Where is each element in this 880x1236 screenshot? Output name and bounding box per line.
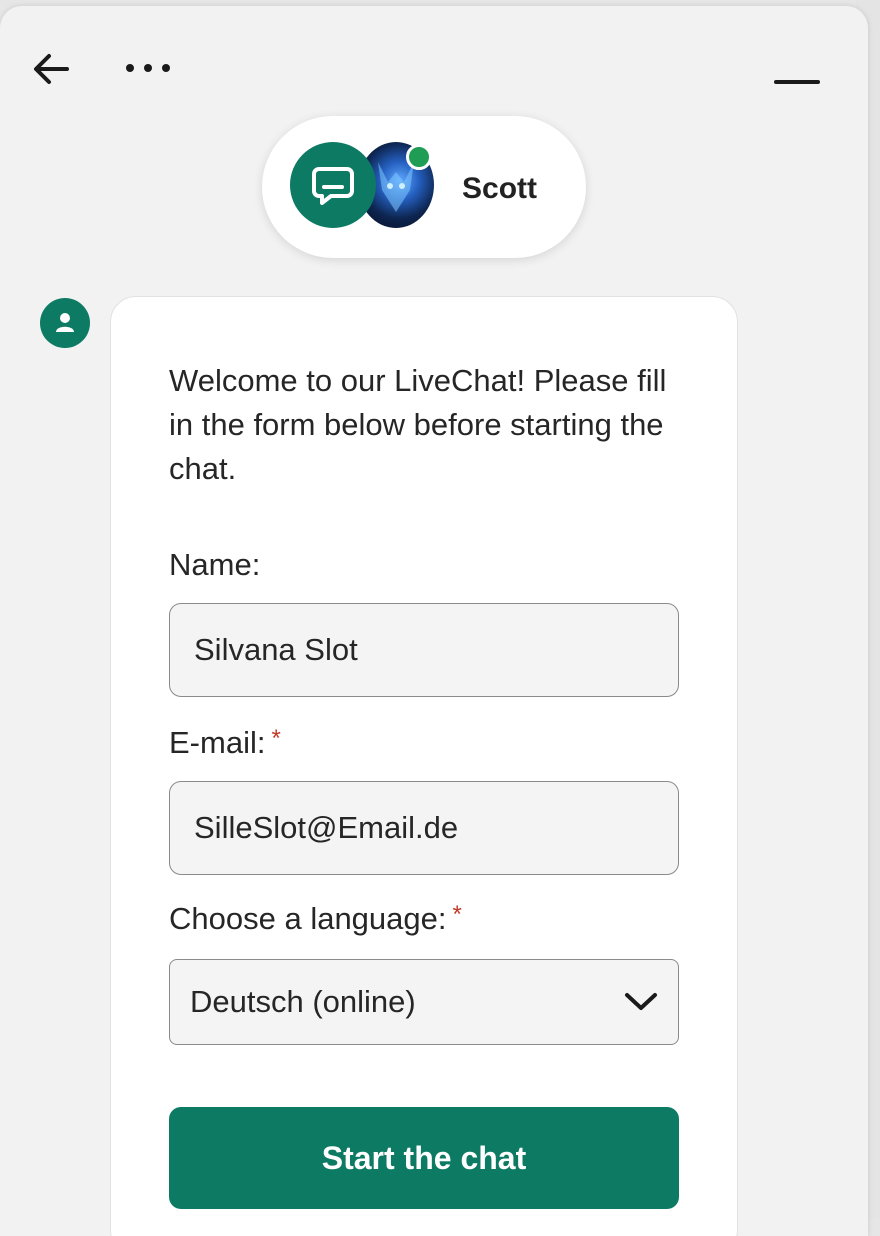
- agent-header: Scott: [262, 116, 586, 258]
- email-label: E-mail: *: [169, 725, 281, 761]
- chevron-down-icon: [625, 993, 657, 1010]
- required-marker: *: [271, 725, 281, 752]
- chat-logo: [290, 142, 376, 228]
- minimize-button[interactable]: [770, 62, 824, 102]
- bot-avatar: [40, 298, 90, 348]
- name-input[interactable]: [169, 603, 679, 697]
- livechat-window: Scott Welcome to our LiveChat! Please fi…: [0, 6, 868, 1236]
- prechat-form-card: Welcome to our LiveChat! Please fill in …: [110, 296, 738, 1236]
- more-options-button[interactable]: [118, 46, 178, 90]
- language-label-text: Choose a language:: [169, 901, 447, 936]
- name-label-text: Name:: [169, 547, 261, 582]
- start-chat-button[interactable]: Start the chat: [169, 1107, 679, 1209]
- welcome-message: Welcome to our LiveChat! Please fill in …: [169, 363, 667, 486]
- email-label-text: E-mail:: [169, 725, 266, 760]
- language-label: Choose a language: *: [169, 901, 462, 937]
- required-marker: *: [452, 901, 462, 928]
- user-icon: [56, 313, 74, 332]
- back-button[interactable]: [26, 44, 76, 94]
- chat-bubble-icon: [312, 167, 354, 205]
- online-status-indicator: [406, 144, 432, 170]
- email-input[interactable]: [169, 781, 679, 875]
- language-select[interactable]: Deutsch (online): [169, 959, 679, 1045]
- minimize-icon: [774, 80, 820, 84]
- name-label: Name:: [169, 547, 260, 583]
- language-selected-value: Deutsch (online): [190, 984, 416, 1019]
- arrow-left-icon: [34, 54, 69, 84]
- more-horizontal-icon: [126, 64, 170, 72]
- agent-name: Scott: [462, 172, 537, 205]
